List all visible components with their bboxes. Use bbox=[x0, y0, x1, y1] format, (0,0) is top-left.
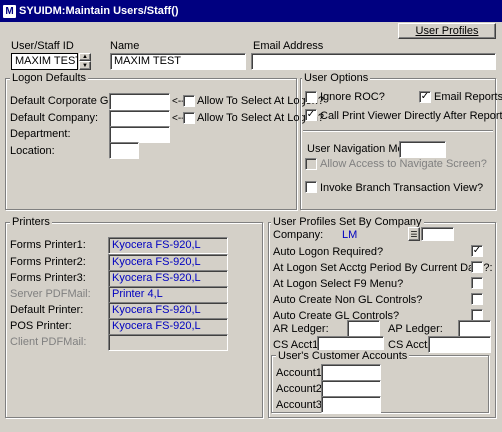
default-printer-label: Default Printer: bbox=[10, 304, 84, 316]
ar-ledger-label: AR Ledger: bbox=[273, 323, 329, 335]
name-field[interactable]: MAXIM TEST bbox=[110, 53, 246, 70]
allow-select-company-checkbox[interactable] bbox=[183, 112, 195, 124]
user-options-title: User Options bbox=[302, 72, 371, 85]
auto-gl-label: Auto Create GL Controls? bbox=[273, 310, 400, 322]
email-reports-checkbox[interactable]: ✓ bbox=[419, 91, 431, 103]
auto-logon-checkbox[interactable]: ✓ bbox=[471, 245, 483, 257]
department-label: Department: bbox=[10, 128, 71, 140]
forms-printer3-field[interactable]: Kyocera FS-920,L bbox=[108, 270, 228, 287]
name-label: Name bbox=[110, 40, 140, 52]
logon-f9-label: At Logon Select F9 Menu? bbox=[273, 278, 404, 290]
location-label: Location: bbox=[10, 145, 55, 157]
call-print-viewer-checkbox[interactable]: ✓ bbox=[305, 109, 317, 121]
auto-non-gl-checkbox[interactable] bbox=[471, 293, 483, 305]
ap-ledger-field[interactable] bbox=[458, 320, 491, 337]
server-pdfmail-label: Server PDFMail: bbox=[10, 288, 91, 300]
ignore-roc-checkbox[interactable] bbox=[305, 91, 317, 103]
customer-accounts-title: User's Customer Accounts bbox=[276, 350, 410, 363]
corporate-group-field[interactable] bbox=[109, 93, 170, 110]
pos-printer-label: POS Printer: bbox=[10, 320, 72, 332]
options-divider bbox=[303, 130, 493, 132]
client-pdfmail-label: Client PDFMail: bbox=[10, 336, 87, 348]
logon-f9-checkbox[interactable] bbox=[471, 277, 483, 289]
account3-field[interactable] bbox=[321, 396, 381, 413]
account2-field[interactable] bbox=[321, 380, 381, 397]
auto-non-gl-label: Auto Create Non GL Controls? bbox=[273, 294, 423, 306]
forms-printer1-field[interactable]: Kyocera FS-920,L bbox=[108, 237, 228, 254]
company-profile-value: LM bbox=[342, 229, 358, 241]
company-field[interactable] bbox=[109, 110, 170, 127]
email-label: Email Address bbox=[253, 40, 324, 52]
email-field[interactable] bbox=[251, 53, 496, 70]
company-profiles-title: User Profiles Set By Company bbox=[271, 216, 424, 229]
title-bar: M SYUIDM:Maintain Users/Staff() bbox=[0, 0, 502, 22]
nav-menu-field[interactable] bbox=[399, 141, 446, 158]
forms-printer2-label: Forms Printer2: bbox=[10, 256, 86, 268]
user-id-field[interactable]: MAXIM TEST bbox=[11, 53, 78, 70]
app-icon: M bbox=[3, 4, 16, 18]
department-field[interactable] bbox=[109, 126, 170, 143]
invoke-branch-checkbox[interactable] bbox=[305, 181, 317, 193]
spin-up-icon[interactable]: ▲ bbox=[79, 53, 91, 61]
logon-set-period-label: At Logon Set Acctg Period By Current Dat… bbox=[273, 262, 493, 274]
user-id-spinner[interactable]: ▲ ▼ bbox=[79, 53, 91, 70]
account1-field[interactable] bbox=[321, 364, 381, 381]
auto-logon-label: Auto Logon Required? bbox=[273, 246, 384, 258]
forms-printer1-label: Forms Printer1: bbox=[10, 239, 86, 251]
default-printer-field[interactable]: Kyocera FS-920,L bbox=[108, 302, 228, 319]
allow-select-corporate-checkbox[interactable] bbox=[183, 95, 195, 107]
forms-printer3-label: Forms Printer3: bbox=[10, 272, 86, 284]
location-field[interactable] bbox=[109, 142, 139, 159]
ignore-roc-label: Ignore ROC? bbox=[320, 91, 385, 103]
company-desc-field[interactable] bbox=[421, 227, 454, 241]
pos-printer-field[interactable]: Kyocera FS-920,L bbox=[108, 318, 228, 335]
printers-title: Printers bbox=[10, 216, 52, 229]
window-title: SYUIDM:Maintain Users/Staff() bbox=[19, 5, 179, 17]
allow-access-nav-checkbox[interactable] bbox=[305, 158, 317, 170]
spin-down-icon[interactable]: ▼ bbox=[79, 61, 91, 70]
allow-access-nav-label: Allow Access to Navigate Screen? bbox=[320, 158, 487, 170]
company-profile-label: Company: bbox=[273, 229, 324, 241]
ar-ledger-field[interactable] bbox=[347, 320, 380, 337]
forms-printer2-field[interactable]: Kyocera FS-920,L bbox=[108, 254, 228, 271]
account1-label: Account1: bbox=[276, 367, 325, 379]
cs-acct2-field[interactable] bbox=[428, 336, 491, 353]
user-profiles-button[interactable]: User Profiles bbox=[398, 23, 496, 39]
user-id-label: User/Staff ID bbox=[11, 40, 74, 52]
email-reports-label: Email Reports? bbox=[434, 91, 502, 103]
client-pdfmail-field[interactable] bbox=[108, 334, 228, 351]
company-label: Default Company: bbox=[10, 112, 99, 124]
logon-set-period-checkbox[interactable] bbox=[471, 261, 483, 273]
call-print-viewer-label: Call Print Viewer Directly After Report? bbox=[320, 110, 502, 122]
account2-label: Account2: bbox=[276, 383, 325, 395]
logon-defaults-title: Logon Defaults bbox=[10, 72, 88, 85]
account3-label: Account3: bbox=[276, 399, 325, 411]
server-pdfmail-field[interactable]: Printer 4,L bbox=[108, 286, 228, 303]
company-lookup-icon[interactable]: ☰ bbox=[408, 227, 420, 241]
ap-ledger-label: AP Ledger: bbox=[388, 323, 443, 335]
invoke-branch-label: Invoke Branch Transaction View? bbox=[320, 182, 484, 194]
